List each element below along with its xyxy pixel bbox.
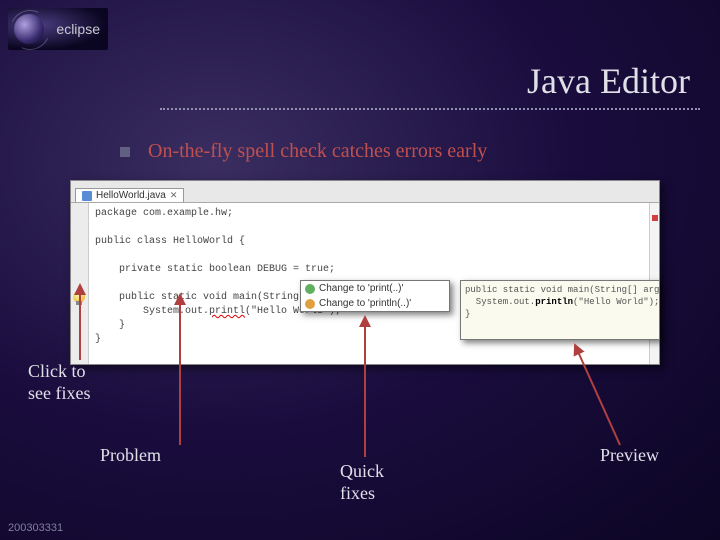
quickfix-item[interactable]: Change to 'print(..)': [301, 281, 449, 296]
bullet-square-icon: [120, 147, 130, 157]
error-marker[interactable]: [652, 215, 658, 221]
callout-problem: Problem: [100, 445, 161, 466]
bullet-text: On-the-fly spell check catches errors ea…: [148, 140, 487, 163]
eclipse-logo: eclipse: [8, 8, 108, 50]
footer-id: 200303331: [8, 522, 63, 534]
editor-tab[interactable]: HelloWorld.java ✕: [75, 188, 184, 202]
change-icon: [305, 299, 315, 309]
logo-text: eclipse: [56, 21, 100, 37]
arrow-click: [70, 280, 110, 370]
tab-label: HelloWorld.java: [96, 190, 166, 201]
title-divider: [160, 108, 700, 110]
callout-quick-fixes: Quick fixes: [340, 460, 420, 504]
quickfix-popup: Change to 'print(..)' Change to 'println…: [300, 280, 450, 312]
logo-orb-icon: [14, 14, 44, 44]
arrow-preview: [570, 340, 630, 450]
arrow-problem: [170, 290, 200, 450]
quickfix-label: Change to 'println(..)': [319, 298, 411, 309]
page-title: Java Editor: [527, 60, 690, 102]
editor-tab-bar: HelloWorld.java ✕: [71, 181, 659, 203]
quickfix-label: Change to 'print(..)': [319, 283, 403, 294]
arrow-quickfix: [355, 312, 385, 462]
close-icon[interactable]: ✕: [170, 190, 178, 201]
quickfix-item[interactable]: Change to 'println(..)': [301, 296, 449, 311]
change-icon: [305, 284, 315, 294]
preview-popup: public static void main(String[] args){ …: [460, 280, 660, 340]
bullet-row: On-the-fly spell check catches errors ea…: [120, 140, 487, 163]
java-file-icon: [82, 191, 92, 201]
